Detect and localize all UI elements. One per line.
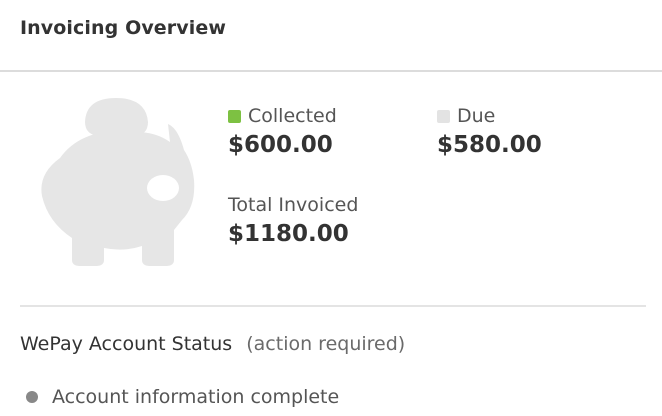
total-invoiced-stat: Total Invoiced $1180.00 bbox=[228, 193, 358, 249]
action-required-note: (action required) bbox=[246, 333, 406, 355]
checklist-item-label: Account information complete bbox=[52, 386, 340, 408]
due-label: Due bbox=[457, 105, 496, 127]
total-invoiced-amount: $1180.00 bbox=[228, 221, 349, 247]
collected-legend-swatch bbox=[228, 109, 241, 123]
due-amount: $580.00 bbox=[437, 132, 542, 158]
total-invoiced-label: Total Invoiced bbox=[228, 194, 359, 216]
collected-stat: Collected $600.00 bbox=[228, 104, 337, 160]
section-divider bbox=[20, 305, 646, 307]
account-checklist-item: Account information complete bbox=[26, 386, 339, 408]
due-stat: Due $580.00 bbox=[437, 104, 542, 160]
piggy-bank-icon bbox=[38, 96, 198, 268]
account-status-heading: WePay Account Status (action required) bbox=[20, 333, 405, 355]
panel-header: Invoicing Overview bbox=[0, 0, 662, 72]
invoicing-overview-panel: Invoicing Overview Collected $600.00 Due… bbox=[0, 0, 662, 416]
due-legend-swatch bbox=[437, 109, 450, 123]
collected-amount: $600.00 bbox=[228, 132, 333, 158]
collected-label: Collected bbox=[248, 105, 337, 127]
account-status-title: WePay Account Status bbox=[20, 333, 233, 355]
panel-title: Invoicing Overview bbox=[20, 17, 226, 39]
status-bullet-icon bbox=[26, 391, 38, 403]
